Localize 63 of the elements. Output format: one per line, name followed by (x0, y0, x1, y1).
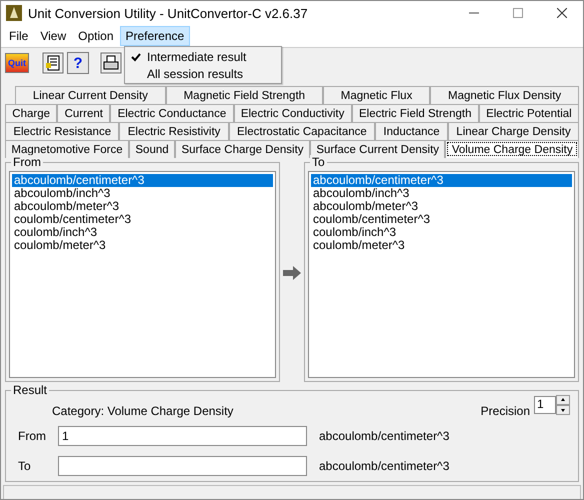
unit-list-item[interactable]: abcoulomb/meter^3 (12, 200, 273, 213)
menu-item[interactable]: Option (72, 26, 120, 46)
unit-list-item[interactable]: abcoulomb/inch^3 (12, 187, 273, 200)
group-title: To (310, 155, 327, 169)
spinner-icon[interactable] (556, 395, 570, 415)
from-unit: abcoulomb/centimeter^3 (319, 429, 450, 443)
window-title: Unit Conversion Utility - UnitConvertor-C v2.6.37 (28, 6, 308, 20)
to-unit: abcoulomb/centimeter^3 (319, 459, 450, 473)
menu-option[interactable]: All session results (125, 65, 281, 82)
unit-list-item[interactable]: coulomb/meter^3 (12, 239, 273, 252)
menu-option[interactable]: Intermediate result (125, 48, 281, 65)
category-tab[interactable]: Volume Charge Density (445, 140, 580, 158)
unit-list-item[interactable]: coulomb/centimeter^3 (311, 213, 572, 226)
printer-icon[interactable] (100, 52, 122, 74)
category-tab[interactable]: Electric Resistivity (119, 122, 229, 140)
app-icon (6, 5, 22, 21)
unit-list-item[interactable]: coulomb/inch^3 (12, 226, 273, 239)
menu-item[interactable]: File (3, 26, 34, 46)
unit-list-item[interactable]: abcoulomb/centimeter^3 (12, 174, 273, 187)
category-tab[interactable]: Inductance (375, 122, 448, 140)
category-tab[interactable]: Surface Charge Density (175, 140, 310, 158)
precision-label: Precision (480, 404, 530, 418)
category-tab[interactable]: Magnetic Flux Density (430, 86, 579, 104)
category-tab[interactable]: Electric Conductance (110, 104, 234, 122)
category-tab[interactable]: Magnetic Field Strength (166, 86, 323, 104)
unit-list-item[interactable]: abcoulomb/centimeter^3 (311, 174, 572, 187)
document-icon[interactable] (42, 52, 64, 74)
from-value-field[interactable]: 1 (58, 426, 307, 446)
unit-list-item[interactable]: coulomb/inch^3 (311, 226, 572, 239)
category-tab[interactable]: Sound (129, 140, 176, 158)
to-label: To (17, 459, 32, 473)
category-tab[interactable]: Electric Resistance (5, 122, 120, 140)
close-icon[interactable] (557, 8, 567, 18)
category-tab[interactable]: Electric Field Strength (352, 104, 479, 122)
right-arrow-icon[interactable] (282, 265, 302, 281)
category-tab[interactable]: Electric Potential (478, 104, 580, 122)
category-tab[interactable]: Surface Current Density (310, 140, 446, 158)
category-tab[interactable]: Current (57, 104, 110, 122)
category-tab[interactable]: Magnetic Flux (322, 86, 430, 104)
category-label: Category: Volume Charge Density (52, 404, 234, 418)
menu-item[interactable]: View (34, 26, 72, 46)
category-tab[interactable]: Electric Conductivity (234, 104, 352, 122)
category-tab[interactable]: Electrostatic Capacitance (228, 122, 376, 140)
precision-field[interactable]: 1 (534, 396, 556, 414)
unit-list-item[interactable]: coulomb/centimeter^3 (12, 213, 273, 226)
unit-list[interactable]: abcoulomb/centimeter^3 abcoulomb/inch^3 abcoulomb/meter^3 coulomb/centimeter^3 coulomb/inch^3 coulomb/meter^3 (9, 171, 276, 378)
unit-list-item[interactable]: coulomb/meter^3 (311, 239, 572, 252)
unit-list-item[interactable]: abcoulomb/meter^3 (311, 200, 572, 213)
category-tab[interactable]: Linear Charge Density (448, 122, 580, 140)
menu-option-label: All session results (147, 66, 244, 80)
to-value-field[interactable] (58, 456, 307, 476)
category-tab[interactable]: Charge (5, 104, 58, 122)
from-label: From (17, 429, 47, 443)
category-tab[interactable]: Magnetomotive Force (5, 140, 129, 158)
help-button[interactable]: ? (67, 52, 89, 74)
unit-list-item[interactable]: abcoulomb/inch^3 (311, 187, 572, 200)
group-title: Result (11, 383, 50, 397)
unit-list[interactable]: abcoulomb/centimeter^3 abcoulomb/inch^3 abcoulomb/meter^3 coulomb/centimeter^3 coulomb/inch^3 coulomb/meter^3 (308, 171, 575, 378)
maximize-icon[interactable] (513, 8, 523, 18)
category-tab[interactable]: Linear Current Density (15, 86, 166, 104)
menu-item[interactable]: Preference (120, 26, 190, 46)
group-title: From (11, 155, 43, 169)
menu-option-label: Intermediate result (147, 50, 246, 64)
